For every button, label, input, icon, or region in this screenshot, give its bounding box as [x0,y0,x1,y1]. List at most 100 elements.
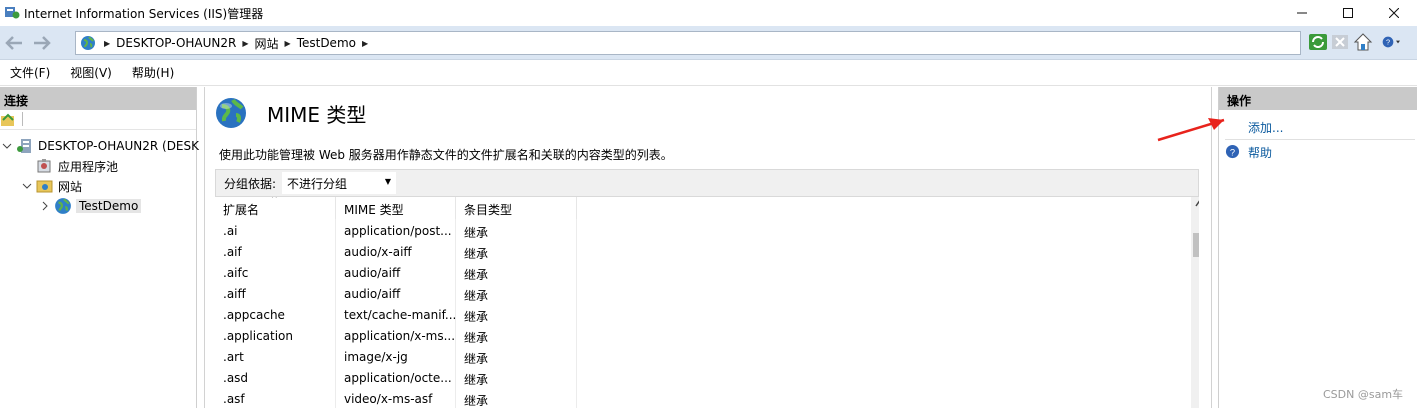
connections-panel: 连接 DESKTOP-OHAUN2R (DESK 应用程序池 网站 TestDe… [0,87,199,408]
tree-label-app-pools: 应用程序池 [58,159,119,174]
cell-extension[interactable]: .aiff [215,284,336,305]
help-action-link[interactable]: 帮助 [1248,144,1272,161]
connections-toolbar [0,110,196,130]
actions-divider [1225,139,1415,140]
dropdown-arrow-icon: ▼ [384,177,392,186]
tree-label-testdemo: TestDemo [76,199,142,213]
cell-extension[interactable]: .application [215,326,336,347]
cell-mime-type[interactable]: application/post... [336,221,456,242]
tree-item-testdemo[interactable]: TestDemo [40,196,142,216]
close-icon [1389,8,1399,18]
tree-label-server: DESKTOP-OHAUN2R (DESK [38,139,200,153]
breadcrumb-separator-icon: ▶ [361,38,369,48]
close-button[interactable] [1371,0,1417,26]
feature-page: MIME 类型 使用此功能管理被 Web 服务器用作静态文件的文件扩展名和关联的… [204,87,1212,408]
group-by-select[interactable]: 不进行分组 ▼ [282,172,397,194]
vertical-scrollbar[interactable] [1191,197,1199,408]
stop-icon[interactable] [1330,32,1350,52]
cell-mime-type[interactable]: video/x-ms-asf [336,389,456,408]
add-action-link[interactable]: 添加... [1248,119,1283,136]
collapse-chevron-icon [22,183,32,189]
cell-extension[interactable]: .aifc [215,263,336,284]
column-header-label: 扩展名 [223,203,260,217]
app-pool-icon [37,159,51,173]
breadcrumb-server[interactable]: DESKTOP-OHAUN2R [116,36,236,50]
back-button[interactable] [2,32,26,54]
cell-extension[interactable]: .ai [215,221,336,242]
breadcrumb-separator-icon: ▶ [284,38,291,48]
server-icon [17,139,31,153]
column-header-mime-type[interactable]: MIME 类型 [336,197,456,219]
menu-view[interactable]: 视图(V) [70,64,112,81]
globe-icon [55,198,71,214]
cell-mime-type[interactable]: application/octe... [336,368,456,389]
tree-item-app-pools[interactable]: 应用程序池 [36,156,118,176]
cell-mime-type[interactable]: application/x-ms... [336,326,456,347]
connections-header: 连接 [0,87,196,110]
cell-mime-type[interactable]: image/x-jg [336,347,456,368]
globe-icon [81,36,95,50]
cell-entry-type[interactable]: 继承 [456,305,577,326]
cell-entry-type[interactable]: 继承 [456,242,577,263]
forward-arrow-icon [34,36,51,50]
menu-help[interactable]: 帮助(H) [132,64,174,81]
cell-entry-type[interactable]: 继承 [456,221,577,242]
annotation-arrow-icon [1157,118,1225,142]
address-bar: ▶ DESKTOP-OHAUN2R ▶ 网站 ▶ TestDemo ▶ ? [0,26,1417,60]
svg-text:?: ? [1230,147,1235,157]
breadcrumb-site[interactable]: TestDemo [297,36,356,50]
column-header-label: 条目类型 [464,203,513,217]
window-title: Internet Information Services (IIS)管理器 [24,7,264,21]
minimize-icon [1297,12,1307,14]
scroll-thumb[interactable] [1193,233,1199,257]
page-description: 使用此功能管理被 Web 服务器用作静态文件的文件扩展名和关联的内容类型的列表。 [219,148,673,162]
group-by-label: 分组依据: [224,176,277,191]
menu-bar: 文件(F) 视图(V) 帮助(H) [0,60,1417,86]
address-path[interactable]: ▶ DESKTOP-OHAUN2R ▶ 网站 ▶ TestDemo ▶ [75,31,1301,55]
sites-folder-icon [36,180,53,193]
cell-mime-type[interactable]: audio/aiff [336,284,456,305]
column-header-label: MIME 类型 [344,203,404,217]
cell-entry-type[interactable]: 继承 [456,347,577,368]
mime-globe-icon [216,98,246,128]
title-bar: Internet Information Services (IIS)管理器 [0,0,1417,26]
cell-extension[interactable]: .asd [215,368,336,389]
home-icon[interactable] [1353,32,1373,52]
watermark: CSDN @sam车 [1323,388,1404,401]
cell-entry-type[interactable]: 继承 [456,389,577,408]
minimize-button[interactable] [1279,0,1325,26]
back-arrow-icon [5,36,22,50]
cell-mime-type[interactable]: text/cache-manif... [336,305,456,326]
tree-label-sites: 网站 [58,179,83,194]
help-dropdown-icon[interactable]: ? [1382,32,1402,52]
cell-extension[interactable]: .asf [215,389,336,408]
maximize-icon [1343,8,1353,18]
refresh-icon[interactable] [1308,32,1328,52]
expand-chevron-icon [42,201,48,211]
column-header-entry-type[interactable]: 条目类型 [456,197,577,219]
mime-table: 扩展名 ^ MIME 类型 条目类型 .ai application/post..… [215,197,1199,408]
maximize-button[interactable] [1325,0,1371,26]
cell-extension[interactable]: .appcache [215,305,336,326]
cell-entry-type[interactable]: 继承 [456,326,577,347]
breadcrumb-separator-icon: ▶ [242,38,249,48]
cell-entry-type[interactable]: 继承 [456,284,577,305]
connect-icon[interactable] [0,112,16,128]
help-icon: ? [1225,144,1240,159]
cell-extension[interactable]: .aif [215,242,336,263]
menu-file[interactable]: 文件(F) [10,64,50,81]
breadcrumb-sites[interactable]: 网站 [255,35,279,52]
tree-item-server[interactable]: DESKTOP-OHAUN2R (DESK [2,136,199,156]
cell-entry-type[interactable]: 继承 [456,263,577,284]
tree-item-sites[interactable]: 网站 [22,176,82,196]
scroll-up-icon[interactable] [1195,199,1199,211]
group-by-bar: 分组依据: 不进行分组 ▼ [215,169,1199,197]
cell-extension[interactable]: .art [215,347,336,368]
cell-mime-type[interactable]: audio/x-aiff [336,242,456,263]
page-title: MIME 类型 [267,103,367,127]
forward-button[interactable] [30,32,54,54]
column-header-extension[interactable]: 扩展名 ^ [215,197,336,219]
cell-mime-type[interactable]: audio/aiff [336,263,456,284]
cell-entry-type[interactable]: 继承 [456,368,577,389]
toolbar-divider [22,112,23,126]
